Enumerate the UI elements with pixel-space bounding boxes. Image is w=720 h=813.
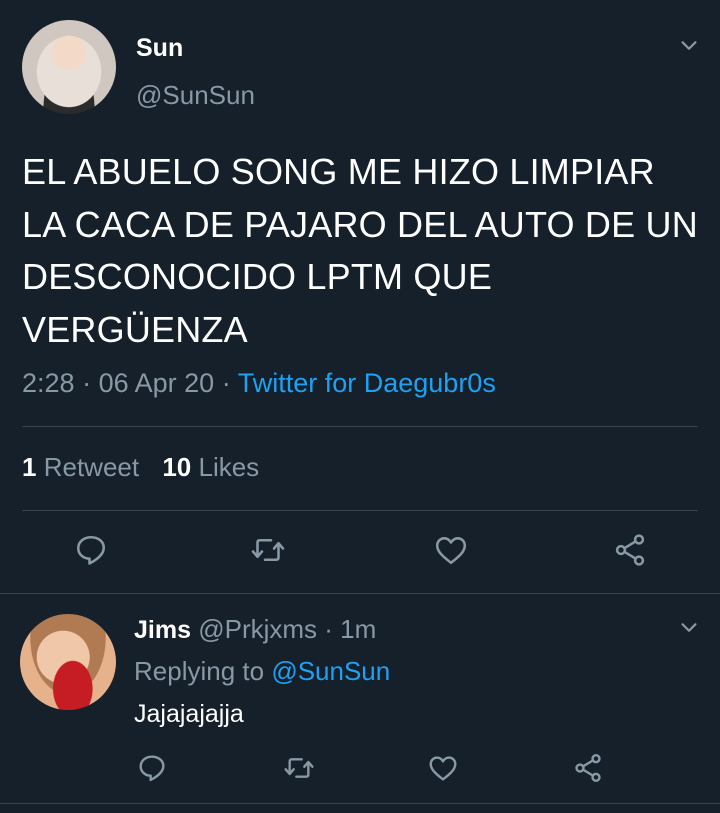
replying-to: Replying to @SunSun: [134, 656, 390, 687]
reply-header: Jims @Prkjxms · 1m: [134, 614, 376, 645]
replying-to-handle[interactable]: @SunSun: [271, 656, 390, 686]
reply-age: · 1m: [324, 614, 377, 644]
like-label: Likes: [198, 452, 260, 482]
reply-icon[interactable]: [73, 532, 109, 568]
retweet-icon[interactable]: [250, 532, 286, 568]
like-icon[interactable]: [427, 752, 459, 784]
reply-text: Jajajajajja: [134, 700, 244, 728]
meta-separator: ·: [82, 368, 92, 398]
divider: [0, 803, 720, 804]
share-icon[interactable]: [572, 752, 604, 784]
like-icon[interactable]: [433, 532, 469, 568]
tweet-text: EL ABUELO SONG ME HIZO LIMPIAR LA CACA D…: [22, 151, 698, 350]
tweet-time: 2:28: [22, 368, 75, 398]
divider: [22, 426, 698, 427]
tweet-stats: 1 Retweet 10 Likes: [22, 452, 259, 483]
tweet-date: 06 Apr 20: [98, 368, 215, 398]
share-icon[interactable]: [612, 532, 648, 568]
reply-author-avatar[interactable]: [20, 614, 116, 710]
reply-icon[interactable]: [136, 752, 168, 784]
retweet-icon[interactable]: [283, 752, 315, 784]
divider: [0, 593, 720, 594]
tweet-meta: 2:28 · 06 Apr 20 · Twitter for Daegubr0s: [22, 368, 496, 399]
likes-stat[interactable]: 10 Likes: [162, 452, 259, 482]
author-handle[interactable]: @SunSun: [136, 80, 255, 111]
chevron-down-icon[interactable]: [678, 617, 700, 639]
author-avatar[interactable]: [22, 20, 116, 114]
chevron-down-icon[interactable]: [678, 35, 700, 57]
reply-author-handle[interactable]: @Prkjxms: [198, 614, 317, 644]
retweets-stat[interactable]: 1 Retweet: [22, 452, 146, 482]
like-count: 10: [162, 452, 192, 482]
replying-to-label: Replying to: [134, 656, 265, 686]
meta-separator: ·: [221, 368, 231, 398]
divider: [22, 510, 698, 511]
reply-author-name[interactable]: Jims: [134, 616, 191, 644]
author-name[interactable]: Sun: [136, 34, 183, 63]
tweet-source-link[interactable]: Twitter for Daegubr0s: [238, 368, 496, 398]
retweet-label: Retweet: [43, 452, 140, 482]
retweet-count: 1: [22, 452, 37, 482]
